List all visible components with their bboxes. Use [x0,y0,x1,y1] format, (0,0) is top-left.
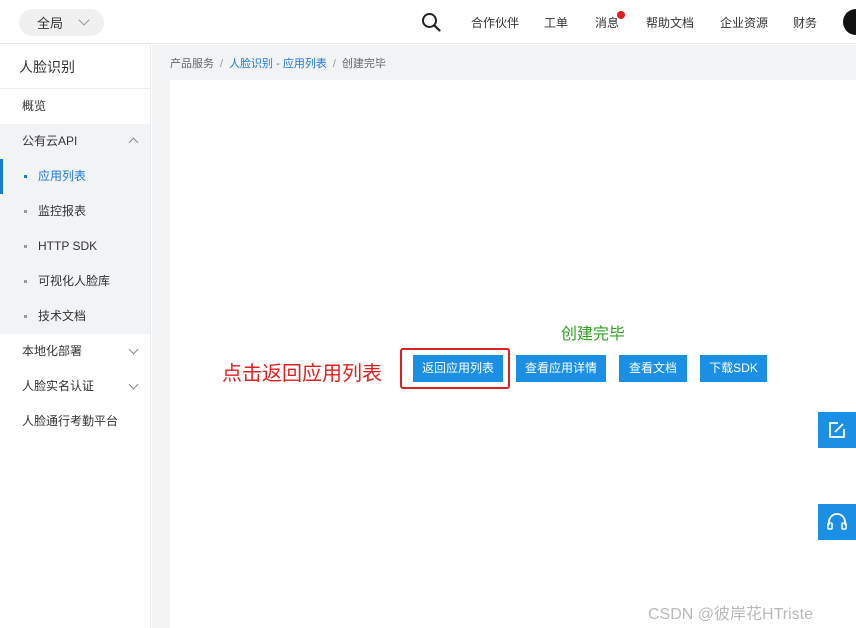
sidebar-title: 人脸识别 [0,45,150,89]
chevron-down-icon [128,379,139,390]
scope-label: 全局 [37,16,64,31]
done-title: 创建完毕 [561,326,626,343]
search-icon[interactable] [421,12,441,32]
sidebar-item-label: 技术文档 [38,309,87,323]
submenu-public-api: 公有云API 应用列表 监控报表 HTTP SDK 可视化人脸库 技术文档 [0,124,150,334]
notification-dot [617,11,626,19]
annotation-text: 点击返回应用列表 [222,363,382,385]
sidebar-item-label: 人脸实名认证 [22,379,95,393]
content-panel [170,80,856,628]
bullet-icon [24,210,27,213]
sidebar-item-overview[interactable]: 概览 [0,89,150,124]
nav-enterprise[interactable]: 企业资源 [720,14,768,31]
download-sdk-button[interactable]: 下载SDK [700,355,767,382]
breadcrumb-current: 创建完毕 [341,58,386,70]
sidebar-item-face-library[interactable]: 可视化人脸库 [0,264,150,299]
sidebar-item-label: 应用列表 [38,169,87,183]
back-to-app-list-button[interactable]: 返回应用列表 [413,355,503,382]
nav-help-docs[interactable]: 帮助文档 [646,14,694,31]
main-content: 产品服务 / 人脸识别 - 应用列表 / 创建完毕 [152,45,856,628]
top-bar: 全局 合作伙伴 工单 消息 帮助文档 企业资源 财务 [0,0,856,44]
bullet-icon [24,245,27,248]
feedback-button[interactable] [818,412,856,448]
scope-dropdown[interactable]: 全局 [19,9,104,36]
sidebar-item-monitor[interactable]: 监控报表 [0,194,150,229]
avatar[interactable] [843,9,856,35]
edit-icon [829,422,845,438]
sidebar-item-label: 可视化人脸库 [38,274,111,288]
chevron-up-icon [128,137,139,148]
sidebar-item-label: 公有云API [22,134,78,148]
breadcrumb-root: 产品服务 [170,58,214,70]
nav-finance[interactable]: 财务 [793,14,817,31]
watermark: CSDN @彼岸花HTriste [648,606,813,623]
sidebar-item-tech-docs[interactable]: 技术文档 [0,299,150,334]
view-docs-button[interactable]: 查看文档 [619,355,687,382]
nav-messages[interactable]: 消息 [595,11,626,31]
sidebar-item-http-sdk[interactable]: HTTP SDK [0,229,150,264]
sidebar-item-realname[interactable]: 人脸实名认证 [0,369,150,404]
nav-partners[interactable]: 合作伙伴 [471,14,519,31]
sidebar-item-app-list[interactable]: 应用列表 [0,159,150,194]
chevron-down-icon [78,14,90,26]
nav-tickets[interactable]: 工单 [544,14,568,31]
breadcrumb: 产品服务 / 人脸识别 - 应用列表 / 创建完毕 [170,58,386,70]
sidebar-item-label: HTTP SDK [38,239,98,253]
bullet-icon [24,280,27,283]
chevron-down-icon [128,344,139,355]
sidebar-item-attendance[interactable]: 人脸通行考勤平台 [0,404,150,439]
bullet-icon [24,315,27,318]
nav-messages-label: 消息 [595,16,620,30]
sidebar-item-label: 监控报表 [38,204,87,218]
view-app-details-button[interactable]: 查看应用详情 [516,355,606,382]
headset-icon [827,513,847,530]
sidebar: 人脸识别 概览 公有云API 应用列表 监控报表 HTTP SDK 可视化人脸库… [0,45,151,628]
breadcrumb-link[interactable]: 人脸识别 - 应用列表 [229,58,327,70]
sidebar-item-label: 本地化部署 [22,344,83,358]
bullet-icon [24,175,27,178]
sidebar-item-local-deploy[interactable]: 本地化部署 [0,334,150,369]
sidebar-item-public-api[interactable]: 公有云API [0,124,150,159]
customer-service-button[interactable] [818,504,856,540]
